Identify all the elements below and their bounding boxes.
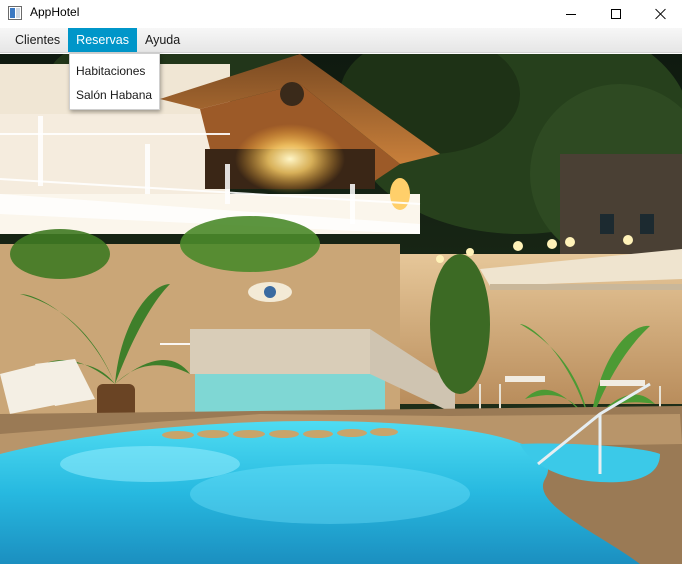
window-title: AppHotel [30,5,80,19]
maximize-icon [611,8,621,19]
close-icon [655,8,667,20]
hotel-background-image [0,54,682,564]
menu-item-salon-habana[interactable]: Salón Habana [70,83,159,107]
title-bar: AppHotel [0,0,682,27]
minimize-button[interactable] [548,0,594,27]
menu-reservas[interactable]: Reservas [68,28,137,52]
minimize-icon [566,14,576,15]
maximize-button[interactable] [593,0,639,27]
menu-clientes[interactable]: Clientes [7,28,68,52]
reservas-dropdown-menu: Habitaciones Salón Habana [69,53,160,110]
app-window-icon [8,6,22,20]
close-button[interactable] [638,0,682,27]
menu-item-habitaciones[interactable]: Habitaciones [70,59,159,83]
menu-bar: Clientes Reservas Ayuda [0,28,682,53]
menu-ayuda[interactable]: Ayuda [137,28,188,52]
